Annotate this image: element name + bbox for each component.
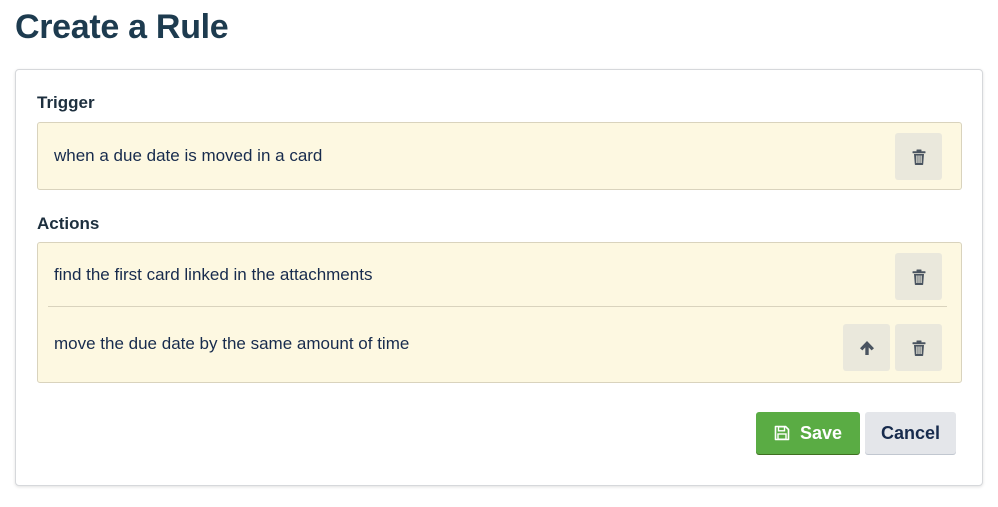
trigger-row: when a due date is moved in a card (38, 123, 961, 189)
action-row-buttons (843, 324, 942, 371)
arrow-up-icon (859, 340, 874, 355)
trigger-label: Trigger (37, 93, 95, 112)
action-text: find the first card linked in the attach… (54, 264, 373, 284)
trigger-text: when a due date is moved in a card (54, 146, 323, 165)
page-title: Create a Rule (15, 8, 229, 46)
move-up-button[interactable] (843, 324, 890, 371)
form-footer: Save Cancel (756, 412, 956, 454)
action-text: move the due date by the same amount of … (54, 334, 410, 353)
save-button[interactable]: Save (756, 412, 860, 454)
cancel-button-label: Cancel (880, 422, 941, 443)
trash-icon (912, 149, 925, 165)
actions-box: find the first card linked in the attach… (37, 242, 962, 383)
row-divider (48, 306, 947, 307)
rule-editor-card: Trigger when a due date is moved in a ca… (15, 69, 983, 486)
delete-action-button[interactable] (895, 324, 942, 371)
action-row: find the first card linked in the attach… (38, 243, 961, 306)
delete-trigger-button[interactable] (895, 133, 942, 180)
floppy-disk-icon (774, 425, 790, 441)
save-button-label: Save (799, 422, 843, 443)
trash-icon (912, 340, 925, 356)
trigger-box: when a due date is moved in a card (37, 122, 962, 190)
delete-action-button[interactable] (895, 253, 942, 300)
cancel-button[interactable]: Cancel (865, 412, 956, 454)
actions-label: Actions (37, 214, 100, 233)
trigger-row-buttons (895, 133, 942, 180)
action-row: move the due date by the same amount of … (38, 306, 961, 382)
action-row-buttons (895, 253, 942, 300)
trash-icon (912, 269, 925, 285)
